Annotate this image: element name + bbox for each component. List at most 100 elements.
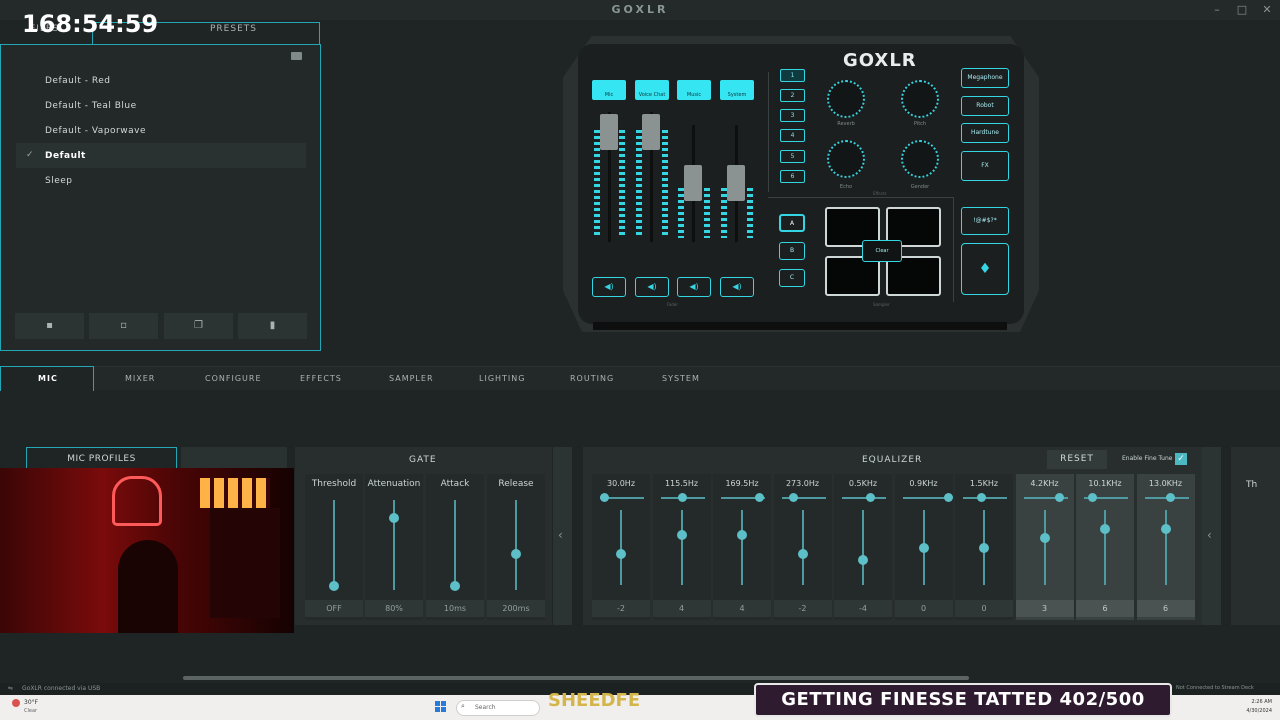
sampler-bank-a[interactable]: A [779,214,805,232]
eq-fine-handle[interactable] [1088,493,1097,502]
reverb-knob[interactable] [827,80,865,118]
duplicate-preset-button[interactable]: ❐ [164,313,233,339]
fader-mic[interactable] [600,114,618,150]
eq-fine-handle[interactable] [977,493,986,502]
fx-button[interactable]: FX [961,151,1009,181]
eq-fine-handle[interactable] [866,493,875,502]
eq-gain-handle[interactable] [1160,523,1171,534]
echo-knob[interactable] [827,140,865,178]
eq-fine-slider[interactable] [842,497,886,499]
mute-button[interactable]: ◀︎) [592,277,626,297]
effect-bank-3[interactable]: 3 [780,109,805,122]
taskbar-search[interactable]: Search [456,700,540,716]
cough-button[interactable]: ♦ [961,243,1009,295]
effect-bank-1[interactable]: 1 [780,69,805,82]
pitch-knob[interactable] [901,80,939,118]
eq-gain-handle[interactable] [1039,533,1050,544]
gate-slider-handle[interactable] [450,580,460,591]
mute-button[interactable]: ◀︎) [677,277,711,297]
megaphone-button[interactable]: Megaphone [961,68,1009,88]
eq-gain-track[interactable] [680,510,683,585]
eq-gain-handle[interactable] [676,530,687,540]
mic-profiles-tab[interactable]: MIC PROFILES [26,447,177,470]
eq-gain-handle[interactable] [737,530,747,540]
eq-gain-handle[interactable] [918,542,929,553]
eq-gain-handle[interactable] [616,548,626,559]
tab-lighting[interactable]: LIGHTING [479,374,525,383]
preset-item[interactable]: Default - Red [45,76,110,86]
close-button[interactable]: ✕ [1255,2,1279,18]
eq-gain-handle[interactable] [797,548,808,559]
eq-gain-track[interactable] [801,510,804,585]
bleep-button[interactable]: !@#$?* [961,207,1009,235]
folder-icon[interactable] [291,52,302,60]
sampler-bank-b[interactable]: B [779,242,805,260]
hardtune-button[interactable]: Hardtune [961,123,1009,143]
eq-fine-handle[interactable] [1054,493,1064,502]
gate-slider-track[interactable] [515,500,517,590]
tab-presets[interactable]: PRESETS [210,24,257,42]
effect-bank-4[interactable]: 4 [780,129,805,142]
gender-knob[interactable] [901,140,939,178]
fader-music[interactable] [684,165,702,201]
gate-slider-track[interactable] [454,500,456,590]
save-preset-button[interactable]: ▪ [15,313,84,339]
new-preset-button[interactable]: ▫ [89,313,158,339]
channel-screen-voice-chat[interactable]: Voice Chat [635,80,669,100]
tab-mic[interactable]: MIC [38,374,58,383]
gate-slider-track[interactable] [333,500,335,590]
sampler-pad-bottom-right[interactable] [886,256,941,296]
tab-effects[interactable]: EFFECTS [300,374,342,383]
mute-button[interactable]: ◀︎) [635,277,669,297]
mute-button[interactable]: ◀︎) [720,277,754,297]
fine-tune-checkbox[interactable]: ✓ [1175,453,1187,465]
tab-configure[interactable]: CONFIGURE [205,374,262,383]
mic-profiles-tab-2[interactable] [181,447,287,470]
tab-mixer[interactable]: MIXER [125,374,155,383]
robot-button[interactable]: Robot [961,96,1009,116]
gate-slider-handle[interactable] [389,513,399,523]
effect-bank-5[interactable]: 5 [780,150,805,163]
gate-slider-handle[interactable] [511,549,521,559]
fader-system[interactable] [727,165,745,201]
gate-slider-handle[interactable] [329,580,339,591]
eq-gain-track[interactable] [741,510,743,585]
eq-fine-handle[interactable] [755,493,764,502]
tab-sampler[interactable]: SAMPLER [389,374,434,383]
windows-start-icon[interactable] [435,701,446,712]
eq-fine-handle[interactable] [788,493,798,502]
eq-gain-handle[interactable] [1100,523,1110,534]
eq-gain-track[interactable] [620,510,622,585]
chevron-right-icon[interactable]: ‹ [1207,528,1212,542]
eq-fine-handle[interactable] [943,493,953,502]
preset-item[interactable]: Sleep [45,176,73,186]
eq-gain-track[interactable] [862,510,864,585]
delete-preset-button[interactable]: ▮ [238,313,307,339]
sampler-bank-c[interactable]: C [779,269,805,287]
sampler-pad-bottom-left[interactable] [825,256,880,296]
minimize-button[interactable]: – [1205,2,1229,18]
effect-bank-6[interactable]: 6 [780,170,805,183]
tab-routing[interactable]: ROUTING [570,374,614,383]
channel-screen-music[interactable]: Music [677,80,711,100]
sampler-clear-button[interactable]: Clear [862,240,902,262]
effect-bank-2[interactable]: 2 [780,89,805,102]
fader-voice-chat[interactable] [642,114,660,150]
preset-item-selected[interactable]: Default [45,151,86,161]
preset-item[interactable]: Default - Vaporwave [45,126,146,136]
eq-fine-handle[interactable] [600,493,609,502]
chevron-left-icon[interactable]: ‹ [558,528,563,542]
preset-item[interactable]: Default - Teal Blue [45,101,137,111]
eq-gain-handle[interactable] [858,555,868,565]
eq-reset-button[interactable]: RESET [1047,450,1107,469]
channel-screen-mic[interactable]: Mic [592,80,626,100]
tab-system[interactable]: SYSTEM [662,374,700,383]
horizontal-scrollbar[interactable] [183,676,969,680]
eq-gain-handle[interactable] [979,542,989,553]
eq-fine-handle[interactable] [677,493,687,502]
eq-gain-track[interactable] [1043,510,1046,585]
eq-fine-handle[interactable] [1165,493,1175,502]
eq-gain-track[interactable] [1104,510,1106,585]
eq-fine-slider[interactable] [902,497,947,499]
eq-gain-track[interactable] [1164,510,1167,585]
